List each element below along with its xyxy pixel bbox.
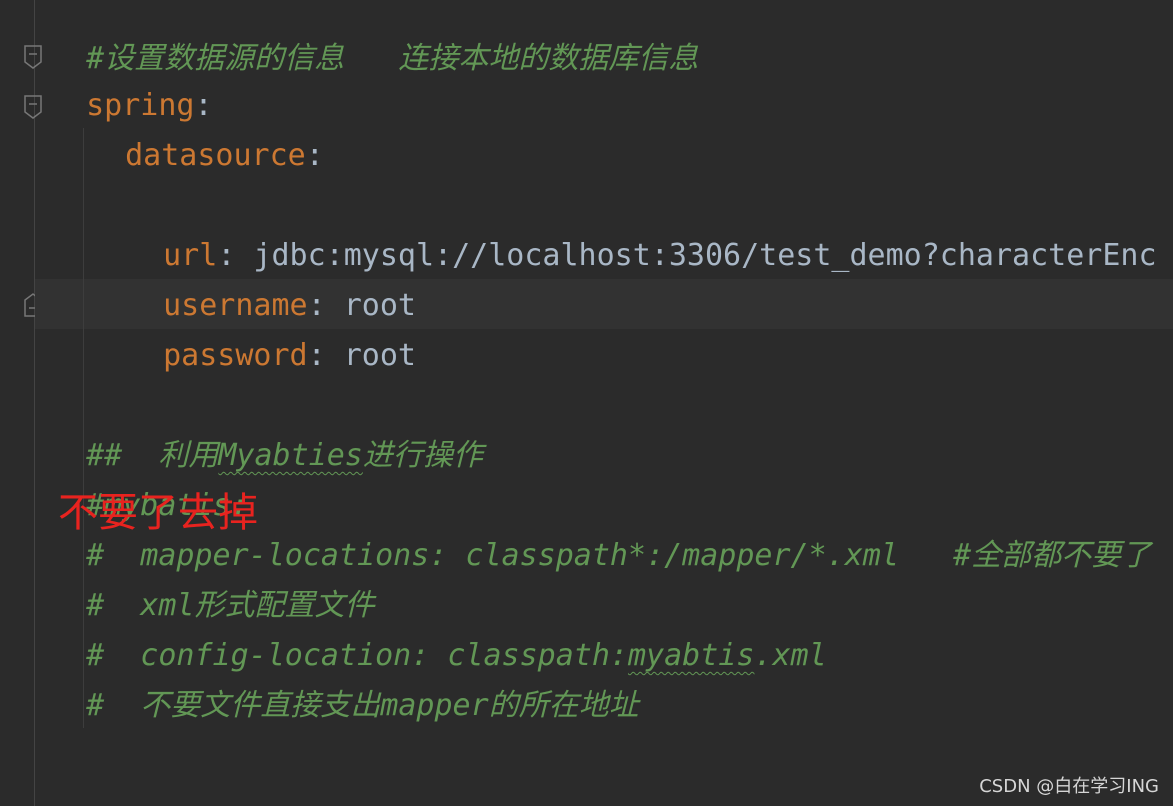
code-line-comment[interactable]: # 不要文件直接支出mapper的所在地址 xyxy=(50,631,639,723)
code-line-comment[interactable]: ## 利用Myabties进行操作 xyxy=(50,381,483,473)
fold-marker-icon[interactable] xyxy=(23,44,43,70)
code-line-comment[interactable]: #设置数据源的信息 连接本地的数据库信息 xyxy=(50,0,698,76)
code-line-spring[interactable]: spring: xyxy=(50,31,212,123)
watermark: CSDN @白在学习ING xyxy=(979,776,1159,797)
colon: : xyxy=(305,138,324,173)
code-line-password[interactable]: password: root xyxy=(127,281,416,373)
colon: : xyxy=(307,338,326,373)
yaml-value: root xyxy=(325,338,416,373)
code-line-username[interactable]: username: root xyxy=(127,231,416,323)
yaml-key: datasource xyxy=(125,138,306,173)
code-line-comment[interactable]: #mybatis: xyxy=(50,431,249,523)
comment-text: # 不要文件直接支出mapper的所在地址 xyxy=(86,688,639,723)
annotation-overlay: 不要了去掉 xyxy=(58,490,258,536)
comment-text: 进行操作 xyxy=(362,438,483,473)
code-line-comment[interactable]: # config-location: classpath:myabtis.xml xyxy=(50,581,827,673)
comment-text: .xml xyxy=(754,638,827,673)
code-line-comment[interactable]: # xml形式配置文件 xyxy=(50,531,374,623)
spelling-warning-text: myabtis xyxy=(627,638,755,673)
code-line-url[interactable]: url: jdbc:mysql://localhost:3306/test_de… xyxy=(127,181,1156,273)
code-line-datasource[interactable]: datasource: xyxy=(89,81,324,173)
yaml-key: password xyxy=(163,338,308,373)
editor-gutter xyxy=(0,0,35,806)
fold-marker-icon[interactable] xyxy=(23,94,43,120)
